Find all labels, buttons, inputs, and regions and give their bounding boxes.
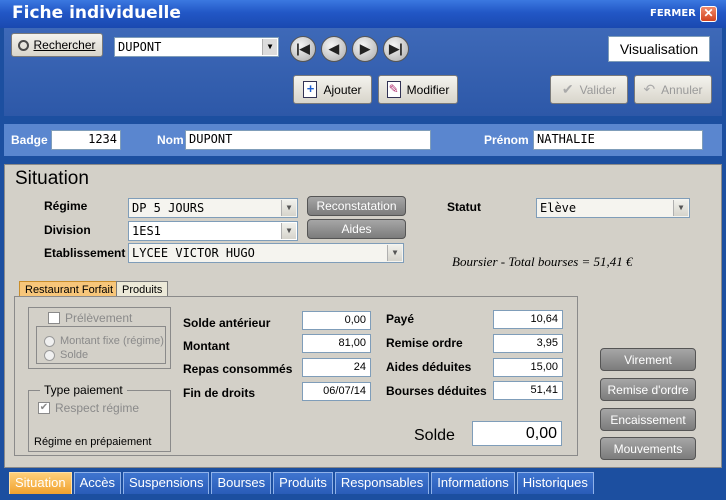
tab-suspensions[interactable]: Suspensions — [123, 472, 210, 494]
nom-label: Nom — [157, 133, 184, 147]
type-paiement-legend: Type paiement — [40, 383, 127, 397]
add-icon: + — [303, 81, 318, 98]
reconstatation-button[interactable]: Reconstatation — [307, 196, 406, 216]
tab-informations[interactable]: Informations — [431, 472, 515, 494]
statut-combo[interactable]: Elève ▼ — [536, 198, 690, 218]
regime-value: DP 5 JOURS — [132, 201, 205, 215]
paye-label: Payé — [386, 312, 415, 326]
magnifier-icon — [18, 39, 30, 51]
radio-icon — [44, 335, 55, 347]
window-title: Fiche individuelle — [12, 3, 181, 23]
prelevement-label: Prélèvement — [65, 311, 133, 325]
bourses-deduites-field[interactable]: 51,41 — [493, 381, 563, 400]
montant-fixe-label: Montant fixe (régime) — [60, 335, 164, 347]
tab-bourses[interactable]: Bourses — [211, 472, 272, 494]
remise-ordre-button[interactable]: Remise d'ordre — [600, 378, 696, 401]
edit-button[interactable]: ✎ Modifier — [378, 75, 458, 104]
badge-field[interactable]: 1234 — [51, 130, 121, 150]
etablissement-combo[interactable]: LYCEE VICTOR HUGO ▼ — [128, 243, 404, 263]
solde-radio[interactable]: Solde — [44, 349, 88, 361]
validate-button[interactable]: ✔ Valider — [550, 75, 628, 104]
remise-ordre-label: Remise ordre — [386, 336, 463, 350]
montant-label: Montant — [183, 339, 230, 353]
cancel-button[interactable]: ↶ Annuler — [634, 75, 712, 104]
first-record-button[interactable]: |◀ — [290, 36, 316, 62]
name-combo[interactable]: DUPONT ▼ — [114, 37, 279, 57]
last-record-button[interactable]: ▶| — [383, 36, 409, 62]
tab-acces[interactable]: Accès — [73, 472, 121, 494]
solde-label: Solde — [414, 427, 455, 444]
bottom-tabs: Situation Accès Suspensions Bourses Prod… — [9, 472, 594, 494]
montant-fixe-radio[interactable]: Montant fixe (régime) — [44, 335, 164, 347]
mode-indicator: Visualisation — [608, 36, 710, 62]
etablissement-label: Etablissement — [44, 246, 126, 260]
next-record-button[interactable]: ▶ — [352, 36, 378, 62]
statut-label: Statut — [447, 200, 481, 214]
prenom-field[interactable]: NATHALIE — [533, 130, 703, 150]
solde-anterieur-label: Solde antérieur — [183, 316, 271, 330]
regime-prepaiement-text: Régime en prépaiement — [34, 436, 152, 448]
situation-heading: Situation — [15, 168, 89, 189]
search-button[interactable]: Rechercher — [11, 33, 103, 57]
cancel-button-label: Annuler — [661, 82, 703, 97]
solde-anterieur-field[interactable]: 0,00 — [302, 311, 371, 330]
chevron-down-icon[interactable]: ▼ — [281, 200, 296, 216]
prelevement-checkbox[interactable]: Prélèvement — [48, 311, 132, 325]
division-value: 1ES1 — [132, 224, 161, 238]
radio-icon — [44, 349, 55, 361]
chevron-down-icon[interactable]: ▼ — [281, 223, 296, 239]
tab-responsables[interactable]: Responsables — [334, 472, 430, 494]
search-button-label: Rechercher — [33, 38, 96, 52]
solde-radio-label: Solde — [60, 349, 89, 361]
tab-situation[interactable]: Situation — [9, 472, 72, 494]
tab-produits[interactable]: Produits — [273, 472, 333, 494]
checkbox-checked-icon: ✔ — [38, 402, 50, 414]
add-button[interactable]: + Ajouter — [293, 75, 372, 104]
add-button-label: Ajouter — [323, 82, 362, 97]
pencil-icon: ✎ — [386, 81, 401, 98]
aides-deduites-field[interactable]: 15,00 — [493, 358, 563, 377]
chevron-down-icon[interactable]: ▼ — [673, 200, 688, 216]
remise-ordre-field[interactable]: 3,95 — [493, 334, 563, 353]
boursier-summary: Boursier - Total bourses = 51,41 € — [452, 254, 633, 269]
badge-label: Badge — [11, 133, 48, 147]
chevron-down-icon[interactable]: ▼ — [387, 245, 402, 261]
aides-button[interactable]: Aides — [307, 219, 406, 239]
prenom-label: Prénom — [484, 133, 529, 147]
division-combo[interactable]: 1ES1 ▼ — [128, 221, 298, 241]
division-label: Division — [44, 223, 91, 237]
validate-button-label: Valider — [579, 82, 617, 97]
respect-regime-checkbox[interactable]: ✔ Respect régime — [38, 401, 139, 415]
paye-field[interactable]: 10,64 — [493, 310, 563, 329]
encaissement-button[interactable]: Encaissement — [600, 408, 696, 431]
solde-field[interactable]: 0,00 — [472, 421, 562, 446]
bourses-deduites-label: Bourses déduites — [386, 384, 487, 398]
repas-consommes-field[interactable]: 24 — [302, 358, 371, 377]
tab-historiques[interactable]: Historiques — [516, 472, 594, 494]
montant-field[interactable]: 81,00 — [302, 334, 371, 353]
repas-consommes-label: Repas consommés — [183, 362, 293, 376]
respect-regime-label: Respect régime — [55, 401, 140, 415]
checkmark-icon: ✔ — [561, 81, 574, 97]
regime-combo[interactable]: DP 5 JOURS ▼ — [128, 198, 298, 218]
aides-deduites-label: Aides déduites — [386, 360, 472, 374]
nom-field[interactable]: DUPONT — [185, 130, 431, 150]
edit-button-label: Modifier — [406, 82, 450, 97]
previous-record-button[interactable]: ◀ — [321, 36, 347, 62]
name-combo-value: DUPONT — [118, 40, 162, 54]
fermer-label[interactable]: FERMER — [650, 8, 696, 19]
close-icon[interactable]: ✕ — [700, 6, 717, 22]
undo-icon: ↶ — [643, 81, 656, 97]
fin-droits-label: Fin de droits — [183, 386, 255, 400]
regime-label: Régime — [44, 199, 88, 213]
checkbox-icon — [48, 312, 60, 324]
etablissement-value: LYCEE VICTOR HUGO — [132, 246, 255, 260]
fin-droits-field[interactable]: 06/07/14 — [302, 382, 371, 401]
mouvements-button[interactable]: Mouvements — [600, 437, 696, 460]
chevron-down-icon[interactable]: ▼ — [262, 39, 277, 55]
virement-button[interactable]: Virement — [600, 348, 696, 371]
statut-value: Elève — [540, 201, 577, 215]
